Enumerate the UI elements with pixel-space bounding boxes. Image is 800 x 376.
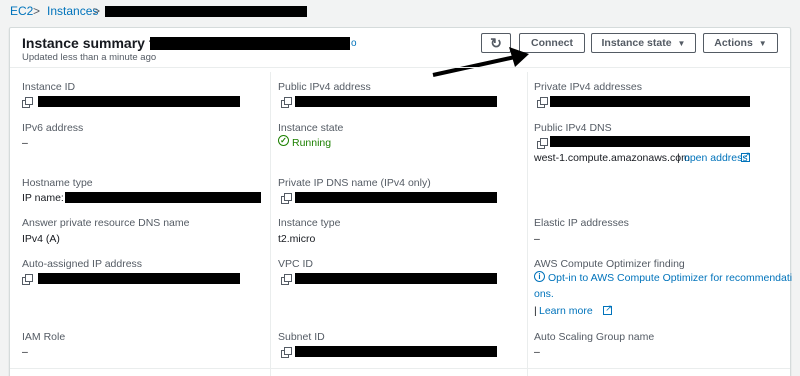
- page-title: Instance summary for: [22, 35, 168, 51]
- redacted-instance-id: [150, 37, 350, 50]
- status-success-icon: ✓: [278, 135, 289, 146]
- elastic-ip-label: Elastic IP addresses: [534, 217, 629, 229]
- redacted-value: [295, 346, 497, 357]
- redacted-value: [65, 192, 261, 203]
- instance-id-label: Instance ID: [22, 81, 76, 93]
- auto-ip-label: Auto-assigned IP address: [22, 258, 143, 270]
- optimizer-optin-link-cont[interactable]: ons.: [534, 288, 554, 300]
- ipv6-label: IPv6 address: [22, 122, 84, 134]
- public-dns-label: Public IPv4 DNS: [534, 122, 612, 134]
- instance-state-value: Running: [292, 137, 332, 149]
- ipv6-value: –: [22, 137, 28, 149]
- hostname-type-label: Hostname type: [22, 177, 93, 189]
- breadcrumb-separator: >: [33, 4, 41, 18]
- copy-icon[interactable]: [281, 274, 292, 285]
- redacted-value: [295, 96, 497, 107]
- copy-icon[interactable]: [281, 193, 292, 204]
- copy-icon[interactable]: [537, 97, 548, 108]
- copy-icon[interactable]: [22, 97, 33, 108]
- optimizer-label: AWS Compute Optimizer finding: [534, 258, 685, 270]
- redacted-instance-name: [105, 6, 307, 17]
- redacted-value: [295, 273, 497, 284]
- annotation-arrow-icon: [432, 47, 529, 77]
- learn-more-link[interactable]: Learn more: [539, 305, 593, 317]
- header-divider: [10, 67, 790, 68]
- subnet-id-label: Subnet ID: [278, 331, 325, 343]
- answer-dns-label: Answer private resource DNS name: [22, 217, 190, 229]
- public-ipv4-label: Public IPv4 address: [278, 81, 371, 93]
- asg-name-label: Auto Scaling Group name: [534, 331, 655, 343]
- caret-down-icon: ▼: [758, 38, 767, 48]
- external-link-icon[interactable]: [603, 303, 613, 315]
- learn-more-separator: |: [534, 305, 537, 317]
- instance-type-label: Instance type: [278, 217, 341, 229]
- public-dns-value: west-1.compute.amazonaws.com: [534, 152, 690, 164]
- actions-label: Actions: [714, 37, 753, 49]
- redacted-value: [550, 96, 750, 107]
- open-address-link[interactable]: open address: [684, 152, 748, 164]
- breadcrumb-instances[interactable]: Instances: [47, 4, 98, 18]
- redacted-value: [38, 96, 240, 107]
- updated-timestamp: Updated less than a minute ago: [22, 52, 157, 63]
- hostname-type-value: IP name:: [22, 192, 64, 204]
- copy-icon[interactable]: [281, 97, 292, 108]
- elastic-ip-value: –: [534, 233, 540, 245]
- actions-dropdown[interactable]: Actions ▼: [703, 33, 778, 53]
- instance-type-value: t2.micro: [278, 233, 316, 245]
- connect-label: Connect: [531, 37, 573, 49]
- redacted-value: [38, 273, 240, 284]
- copy-icon[interactable]: [537, 138, 548, 149]
- instance-state-label: Instance state: [601, 37, 672, 49]
- redacted-value: [550, 136, 750, 147]
- caret-down-icon: ▼: [677, 38, 686, 48]
- row-divider: [10, 368, 790, 369]
- info-icon: i: [534, 271, 545, 282]
- breadcrumb-separator: >: [93, 4, 101, 18]
- copy-icon[interactable]: [281, 347, 292, 358]
- column-divider: [270, 72, 271, 376]
- instance-state-field-label: Instance state: [278, 122, 344, 134]
- iam-role-label: IAM Role: [22, 331, 66, 343]
- external-link-icon[interactable]: [741, 150, 751, 162]
- optimizer-optin-link[interactable]: Opt-in to AWS Compute Optimizer for reco…: [548, 272, 792, 284]
- title-suffix: o: [351, 38, 357, 49]
- instance-state-dropdown[interactable]: Instance state ▼: [591, 33, 696, 53]
- iam-role-value: –: [22, 346, 28, 358]
- private-ipv4-label: Private IPv4 addresses: [534, 81, 642, 93]
- private-dns-label: Private IP DNS name (IPv4 only): [278, 177, 431, 189]
- asg-name-value: –: [534, 346, 540, 358]
- answer-dns-value: IPv4 (A): [22, 233, 60, 245]
- breadcrumb-ec2[interactable]: EC2: [10, 4, 33, 18]
- public-dns-separator: |: [677, 152, 680, 164]
- redacted-value: [295, 192, 497, 203]
- vpc-id-label: VPC ID: [278, 258, 314, 270]
- column-divider: [527, 72, 528, 376]
- copy-icon[interactable]: [22, 274, 33, 285]
